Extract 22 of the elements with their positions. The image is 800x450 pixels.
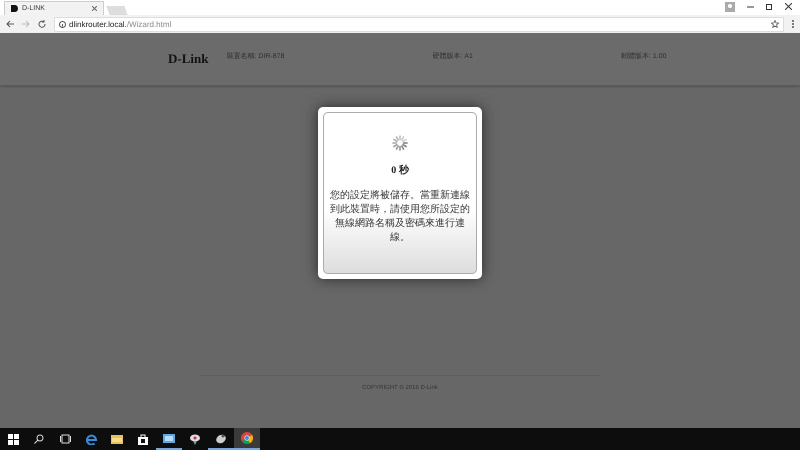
chrome-icon[interactable] (241, 432, 253, 444)
browser-e-icon[interactable] (86, 434, 96, 444)
logo-icon (11, 5, 18, 12)
url-text: dlinkrouter.local./Wizard.html (69, 20, 172, 28)
reload-icon[interactable] (38, 20, 46, 28)
address-bar[interactable]: dlinkrouter.local./Wizard.html (54, 16, 784, 32)
monitor-app-icon[interactable] (163, 434, 175, 442)
folder-icon[interactable] (111, 434, 123, 444)
close-icon[interactable] (785, 3, 792, 10)
loading-spinner-icon (392, 135, 408, 151)
windows-start-icon[interactable] (8, 434, 18, 444)
shopping-bag-icon[interactable] (138, 434, 148, 444)
star-icon[interactable] (771, 20, 779, 28)
close-tab-icon[interactable] (92, 6, 97, 11)
search-icon[interactable] (34, 434, 44, 444)
dialog-message: 您的設定將被儲存。當重新連線到此裝置時，請使用您所設定的無線網路名稱及密碼來進行連線。 (330, 189, 470, 245)
brand-logo: D-Link (168, 51, 208, 67)
restore-icon[interactable] (766, 3, 773, 10)
info-icon (59, 20, 66, 28)
task-view-icon[interactable] (60, 434, 70, 444)
back-icon[interactable] (6, 20, 14, 28)
countdown-text: 0 秒 (391, 164, 409, 177)
